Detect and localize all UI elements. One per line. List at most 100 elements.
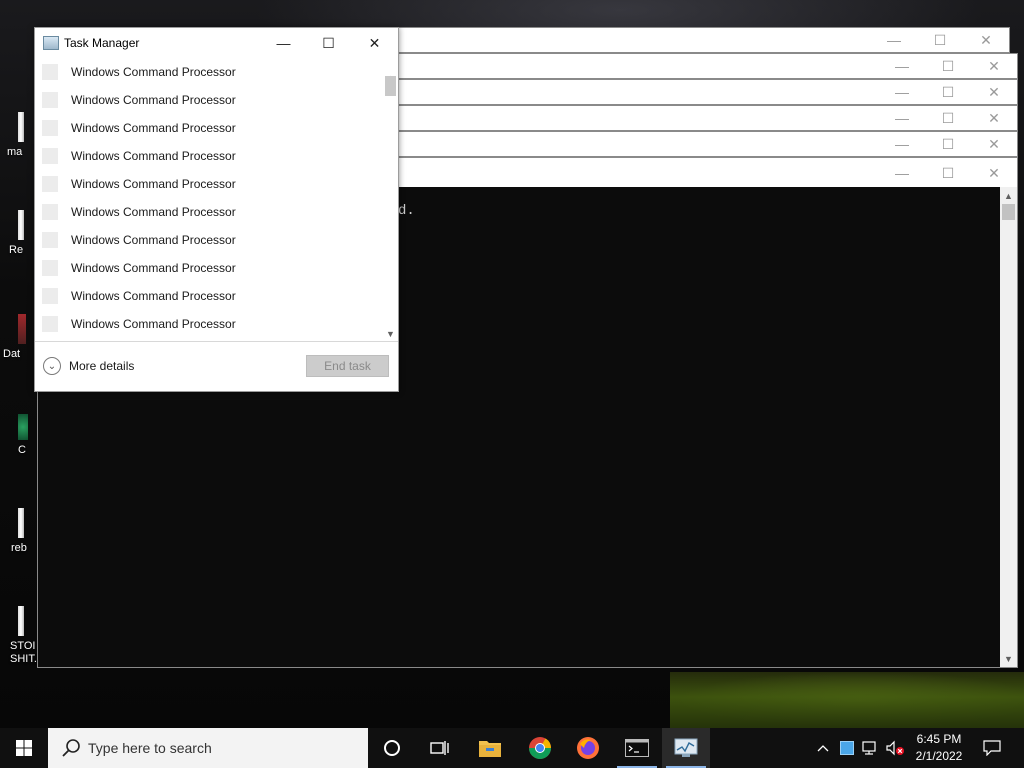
process-row[interactable]: Windows Command Processor: [35, 58, 382, 86]
minimize-button[interactable]: —: [261, 28, 306, 58]
task-view-icon: [430, 741, 449, 755]
file-icon: [18, 112, 24, 142]
file-icon: [18, 508, 24, 538]
chrome-button[interactable]: [516, 728, 564, 768]
process-row[interactable]: Windows Command Processor: [35, 310, 382, 338]
maximize-icon[interactable]: ☐: [925, 132, 971, 156]
desktop-icon-dat[interactable]: Dat: [0, 314, 36, 361]
console-scrollbar[interactable]: ▲ ▼: [1000, 187, 1017, 667]
start-button[interactable]: [0, 728, 48, 768]
windows-logo-icon: [16, 740, 32, 756]
tray-app-button[interactable]: [836, 728, 858, 768]
volume-muted-icon: [886, 740, 904, 756]
process-name: Windows Command Processor: [71, 93, 236, 107]
scroll-thumb[interactable]: [1002, 204, 1015, 220]
cortana-button[interactable]: [368, 728, 416, 768]
close-icon[interactable]: ✕: [971, 132, 1017, 156]
process-row[interactable]: Windows Command Processor: [35, 254, 382, 282]
chevron-up-icon: [817, 745, 829, 752]
close-icon[interactable]: ✕: [971, 80, 1017, 104]
firefox-icon: [577, 737, 599, 759]
action-center-button[interactable]: [978, 728, 1006, 768]
maximize-icon[interactable]: ☐: [925, 158, 971, 188]
process-name: Windows Command Processor: [71, 177, 236, 191]
close-icon[interactable]: ✕: [971, 54, 1017, 78]
process-name: Windows Command Processor: [71, 261, 236, 275]
process-icon: [42, 120, 58, 136]
desktop-icon-reb[interactable]: reb: [0, 508, 36, 555]
process-icon: [42, 176, 58, 192]
minimize-icon[interactable]: —: [879, 54, 925, 78]
firefox-button[interactable]: [564, 728, 612, 768]
search-placeholder: Type here to search: [88, 740, 212, 756]
cortana-icon: [384, 740, 400, 756]
file-explorer-button[interactable]: [466, 728, 514, 768]
command-prompt-button[interactable]: [613, 728, 661, 768]
maximize-button[interactable]: ☐: [306, 28, 351, 58]
desktop-icon-c[interactable]: C: [0, 414, 36, 457]
desktop-icon-ma[interactable]: ma: [0, 112, 36, 159]
process-icon: [42, 92, 58, 108]
process-row[interactable]: Windows Command Processor: [35, 142, 382, 170]
maximize-icon[interactable]: ☐: [917, 28, 963, 52]
process-row[interactable]: Windows Command Processor: [35, 86, 382, 114]
process-row[interactable]: Windows Command Processor: [35, 282, 382, 310]
desktop-icon-label: Re: [9, 244, 24, 256]
close-button[interactable]: ✕: [352, 28, 397, 58]
process-row[interactable]: Windows Command Processor: [35, 170, 382, 198]
close-icon[interactable]: ✕: [971, 158, 1017, 188]
scroll-up-icon[interactable]: ▲: [1000, 187, 1017, 204]
network-icon: [862, 741, 876, 755]
process-name: Windows Command Processor: [71, 121, 236, 135]
show-hidden-icons-button[interactable]: [812, 728, 834, 768]
scroll-down-icon[interactable]: ▼: [383, 328, 398, 340]
task-manager-footer: ⌄ More details End task: [35, 341, 398, 392]
command-prompt-icon: [625, 739, 649, 757]
network-button[interactable]: [860, 728, 882, 768]
process-icon: [42, 288, 58, 304]
taskbar: Type here to search 6:45 PM 2/1/2022: [0, 728, 1024, 768]
process-row[interactable]: Windows Command Processor: [35, 198, 382, 226]
search-box[interactable]: Type here to search: [48, 728, 368, 768]
process-name: Windows Command Processor: [71, 289, 236, 303]
clock-date: 2/1/2022: [915, 749, 963, 763]
maximize-icon[interactable]: ☐: [925, 80, 971, 104]
process-icon: [42, 260, 58, 276]
task-manager-taskbar-button[interactable]: [662, 728, 710, 768]
process-icon: [42, 148, 58, 164]
chevron-down-icon[interactable]: ⌄: [43, 357, 61, 375]
maximize-icon[interactable]: ☐: [925, 106, 971, 130]
tray-app-icon: [840, 741, 854, 755]
desktop-icon-label: C: [18, 444, 26, 456]
process-row[interactable]: Windows Command Processor: [35, 114, 382, 142]
minimize-icon[interactable]: —: [871, 28, 917, 52]
file-icon: [18, 210, 24, 240]
close-icon[interactable]: ✕: [971, 106, 1017, 130]
notification-icon: [983, 740, 1001, 756]
end-task-button[interactable]: End task: [306, 355, 389, 377]
minimize-icon[interactable]: —: [879, 132, 925, 156]
process-name: Windows Command Processor: [71, 205, 236, 219]
process-icon: [42, 204, 58, 220]
minimize-icon[interactable]: —: [879, 106, 925, 130]
desktop-icon-label: reb: [11, 542, 27, 554]
minimize-icon[interactable]: —: [879, 158, 925, 188]
process-row[interactable]: Windows Command Processor: [35, 226, 382, 254]
file-explorer-icon: [479, 741, 501, 757]
maximize-icon[interactable]: ☐: [925, 54, 971, 78]
desktop-icon-re[interactable]: Re: [0, 210, 36, 257]
close-icon[interactable]: ✕: [963, 28, 1009, 52]
wallpaper-grass: [670, 672, 1024, 728]
more-details-link[interactable]: More details: [69, 359, 134, 373]
scroll-thumb[interactable]: [385, 76, 396, 96]
task-manager-titlebar[interactable]: Task Manager — ☐ ✕: [35, 28, 398, 58]
task-view-button[interactable]: [416, 728, 464, 768]
scroll-down-icon[interactable]: ▼: [1000, 650, 1017, 667]
console-text: d.: [398, 203, 415, 219]
minimize-icon[interactable]: —: [879, 80, 925, 104]
process-icon: [42, 64, 58, 80]
process-list-scrollbar[interactable]: ▲ ▼: [383, 72, 398, 340]
volume-button[interactable]: [883, 728, 907, 768]
app-icon: [18, 414, 28, 440]
clock[interactable]: 6:45 PM 2/1/2022: [906, 731, 972, 765]
